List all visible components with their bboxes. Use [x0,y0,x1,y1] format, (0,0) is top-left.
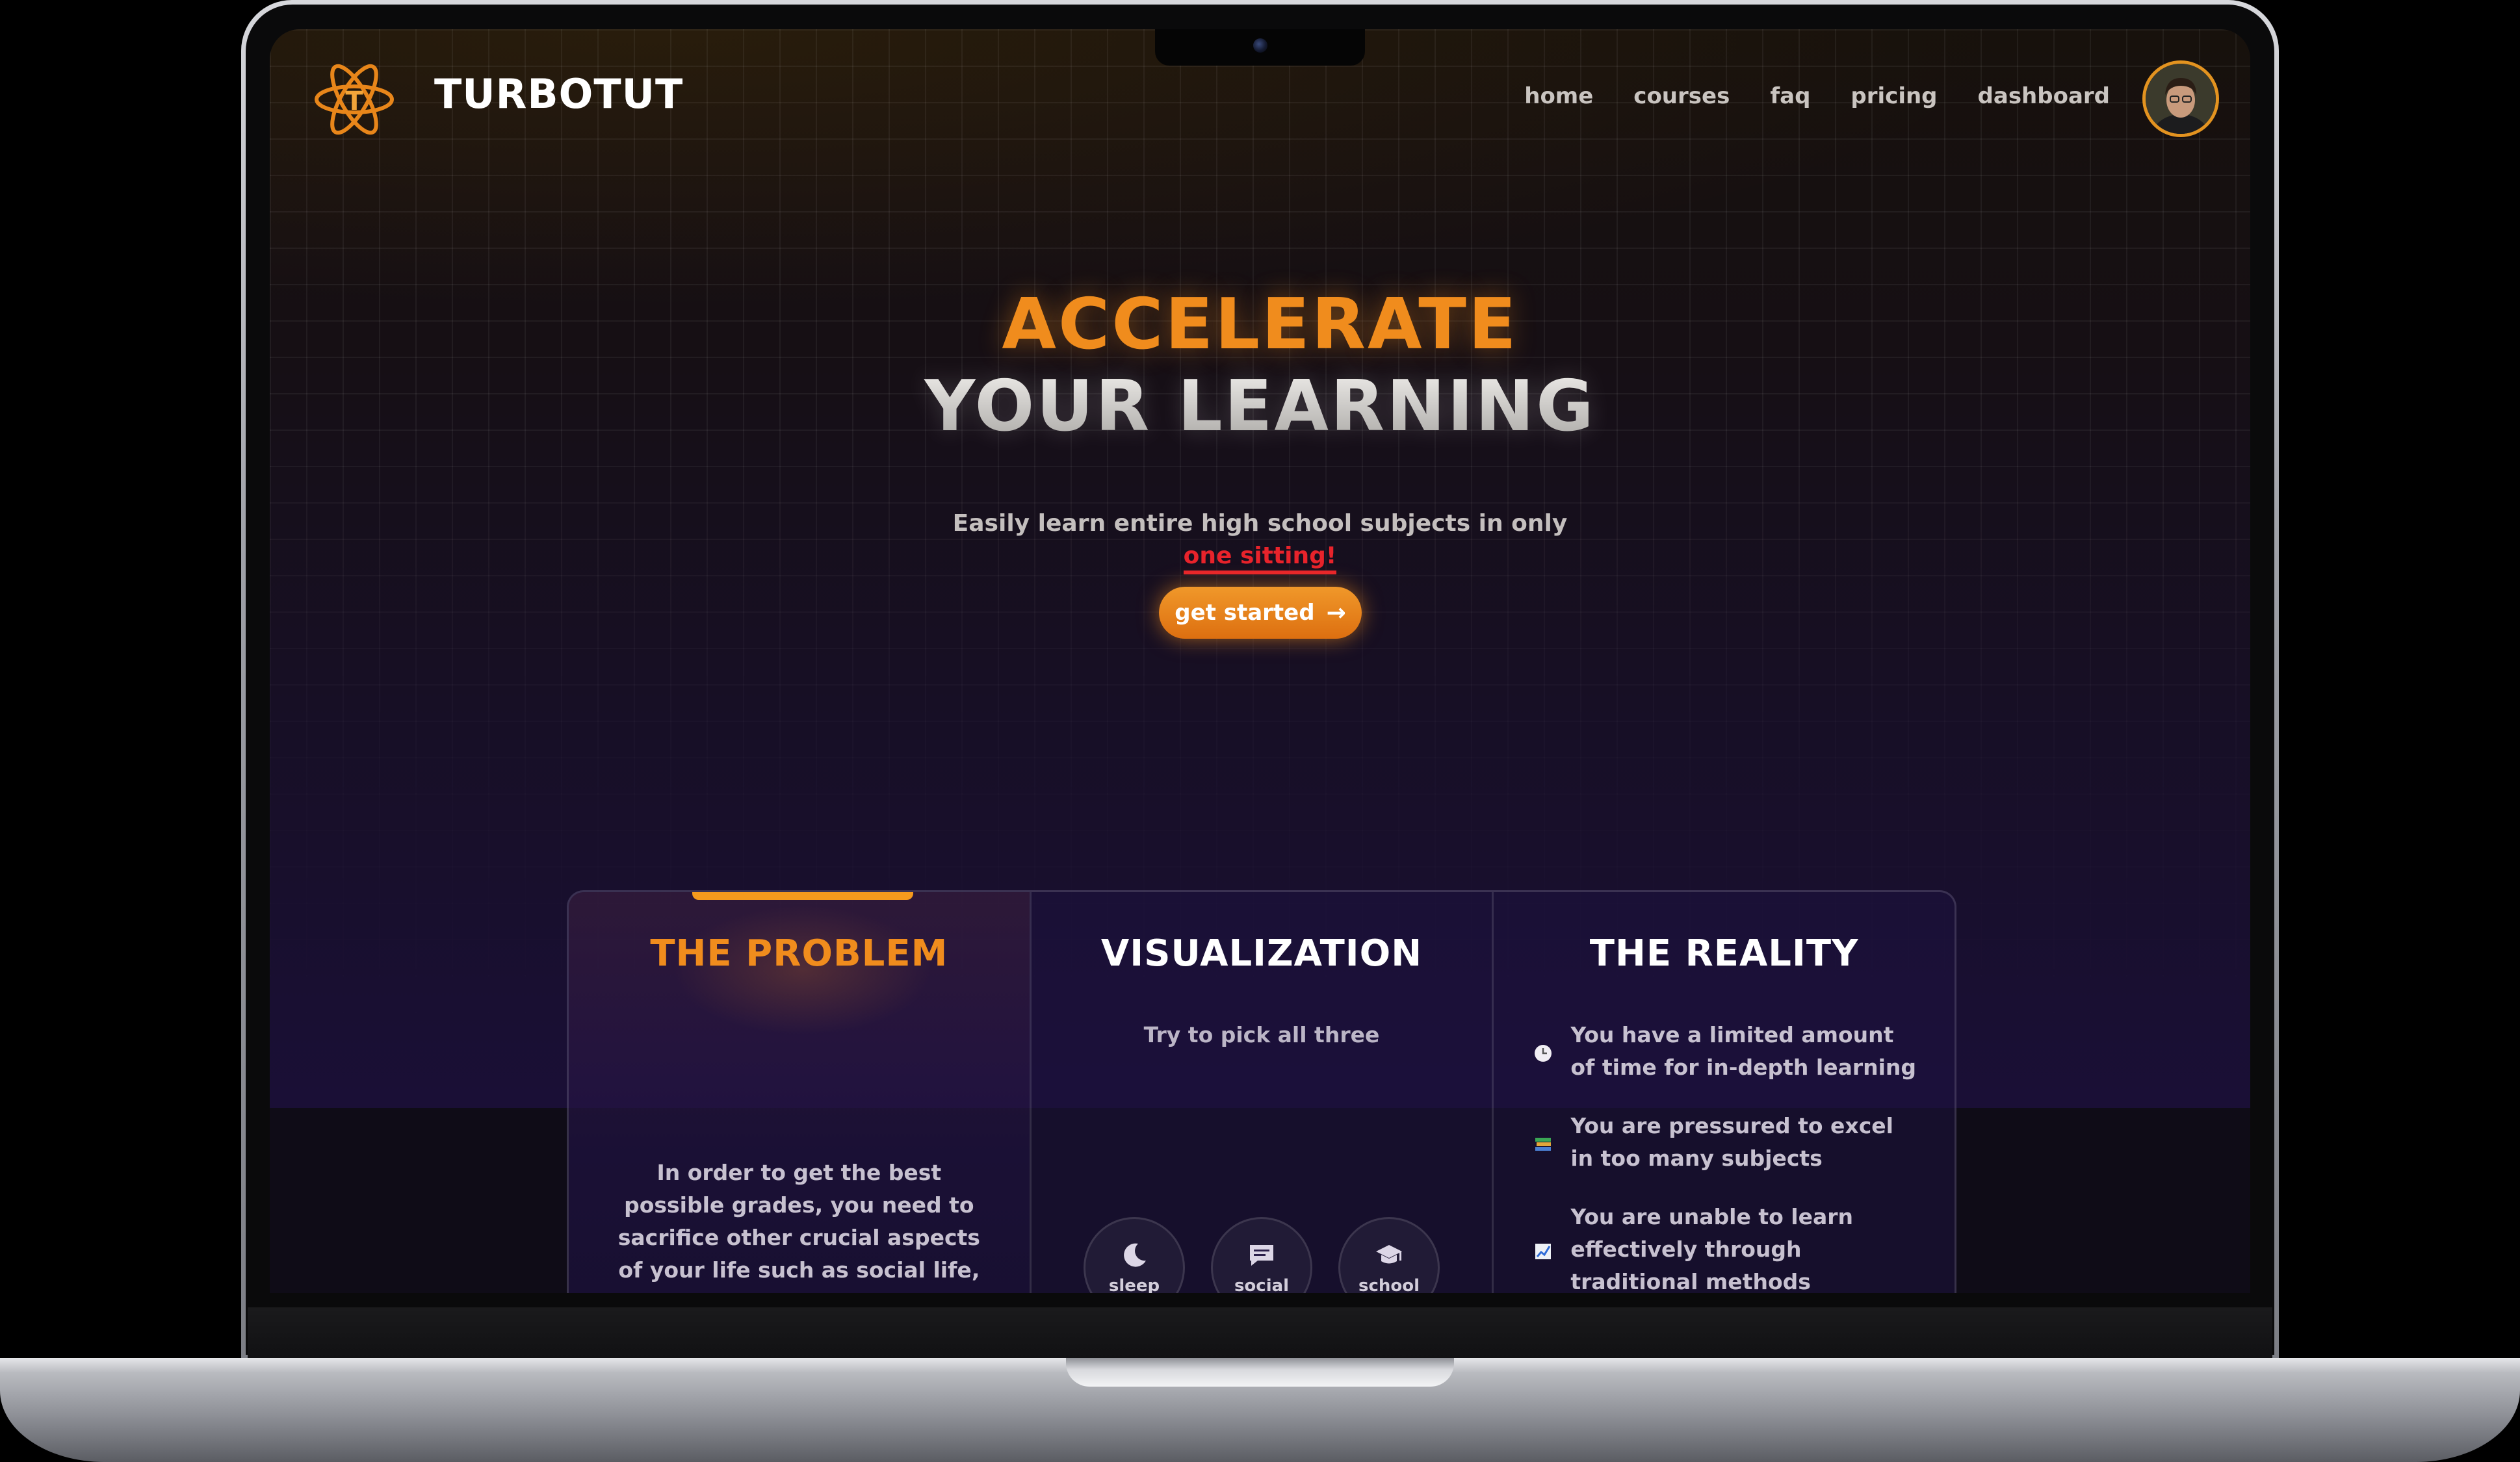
list-item-text: You have a limited amount of time for in… [1570,1022,1917,1080]
list-item: You are unable to learn effectively thro… [1533,1201,1922,1293]
option-label: social [1234,1276,1290,1293]
laptop-chin [248,1307,2272,1358]
option-label: school [1358,1276,1420,1293]
laptop-trackpad-lip [1066,1358,1454,1387]
list-item: You have a limited amount of time for in… [1533,1019,1922,1084]
brand-name[interactable]: TURBOTUT [434,70,683,118]
option-social[interactable]: social [1211,1217,1312,1293]
camera-notch [1155,29,1365,66]
card-problem[interactable]: THE PROBLEM In order to get the best pos… [569,892,1030,1293]
nav-dashboard[interactable]: dashboard [1978,83,2110,109]
get-started-button[interactable]: get started → [1159,587,1362,639]
books-icon [1535,1138,1552,1151]
hero-title-accent: ACCELERATE [1002,284,1518,365]
nav-faq[interactable]: faq [1770,83,1810,109]
hero-subtitle: Easily learn entire high school subjects… [952,510,1568,537]
list-item-text: You are unable to learn effectively thro… [1570,1204,1853,1293]
hero-title: YOUR LEARNING [270,366,2250,447]
card-title: VISUALIZATION [1100,932,1423,975]
arrow-right-icon: → [1326,599,1346,626]
list-item: You are pressured to excel in too many s… [1533,1110,1922,1175]
reality-list: You have a limited amount of time for in… [1533,1019,1922,1293]
moon-icon [1124,1243,1146,1267]
nav-pricing[interactable]: pricing [1851,83,1937,109]
card-title: THE PROBLEM [650,932,948,975]
laptop-screen: T TURBOTUT home courses faq pricing dash… [270,29,2250,1293]
get-started-label: get started [1175,600,1315,626]
clock-icon [1535,1045,1552,1062]
svg-text:T: T [345,86,363,116]
graduation-cap-icon [1376,1245,1402,1264]
card-visualization[interactable]: VISUALIZATION Try to pick all three slee… [1029,892,1492,1293]
atom-logo-icon[interactable]: T [309,54,400,145]
card-subtitle: Try to pick all three [1143,1022,1380,1047]
hero-highlight-text: one sitting! [1183,543,1337,574]
main-nav: home courses faq pricing dashboard [1484,83,2110,109]
card-reality[interactable]: THE REALITY You have a limited amount of… [1492,892,1955,1293]
chart-icon [1535,1244,1552,1259]
option-sleep[interactable]: sleep [1084,1217,1185,1293]
list-item-text: You are pressured to excel in too many s… [1570,1113,1893,1171]
nav-courses[interactable]: courses [1633,83,1730,109]
camera-icon [1253,38,1267,53]
user-photo [2146,64,2216,134]
feature-cards: THE PROBLEM In order to get the best pos… [567,890,1956,1293]
chat-icon [1250,1245,1273,1266]
user-avatar[interactable] [2142,60,2219,137]
option-school[interactable]: school [1338,1217,1440,1293]
option-label: sleep [1108,1276,1160,1293]
card-title: THE REALITY [1589,932,1859,975]
choice-options: sleep social school [1032,1217,1492,1293]
nav-home[interactable]: home [1524,83,1593,109]
hero-highlight: one sitting! [270,543,2250,574]
card-text: In order to get the best possible grades… [617,1160,980,1293]
active-tab-indicator [692,892,913,900]
